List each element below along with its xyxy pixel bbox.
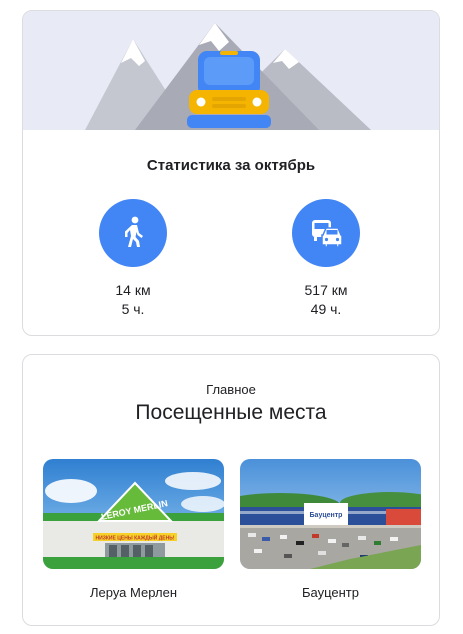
driving-distance: 517 км [304,282,348,298]
walking-person-icon [125,216,143,247]
hero-illustration [23,11,439,130]
driving-duration: 49 ч. [310,301,342,317]
visited-places-card: Главное Посещенные места LEROY MERLIN НИ… [22,354,440,626]
walking-stat-badge [99,199,167,267]
stats-title: Статистика за октябрь [146,157,316,174]
driving-stat-badge [292,199,360,267]
baucenter-store-photo: Бауцентр [240,459,421,569]
place-card-leroy-merlin[interactable]: LEROY MERLIN НИЗКИЕ ЦЕНЫ КАЖДЫЙ ДЕНЬ! Ле… [43,459,224,600]
store-sign: Бауцентр [310,512,343,519]
places-kicker: Главное [206,382,256,397]
store-banner: НИЗКИЕ ЦЕНЫ КАЖДЫЙ ДЕНЬ! [96,534,175,542]
place-name: Леруа Мерлен [89,585,178,600]
driving-stat[interactable]: 517 км 49 ч. [281,199,371,319]
monthly-stats-card: Статистика за октябрь 14 км 5 ч. 517 км … [22,10,440,336]
place-card-baucenter[interactable]: Бауцентр Бауцентр [240,459,421,600]
car-illustration [187,51,271,128]
walking-duration: 5 ч. [121,301,145,317]
place-name: Бауцентр [301,585,359,600]
mountains-car-illustration [23,11,439,130]
walking-stat[interactable]: 14 км 5 ч. [88,199,178,319]
leroy-merlin-store-photo: LEROY MERLIN НИЗКИЕ ЦЕНЫ КАЖДЫЙ ДЕНЬ! [43,459,224,569]
car-transit-icon [312,220,343,248]
places-title: Посещенные места [135,401,327,424]
walking-distance: 14 км [115,282,151,298]
